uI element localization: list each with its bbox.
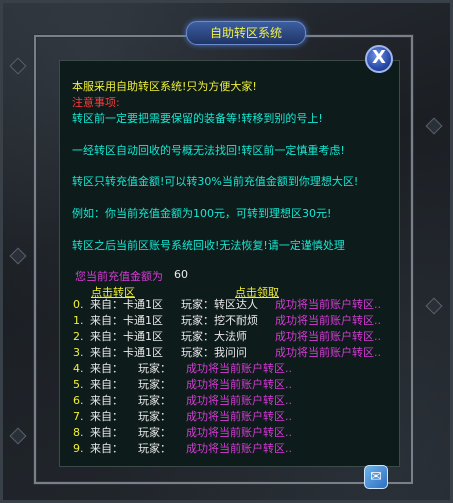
- record-message: 成功将当前账户转区..: [275, 330, 381, 343]
- record-index: 3.: [73, 346, 84, 359]
- list-item: 7. 来自： 玩家： 成功将当前账户转区..: [0, 410, 453, 424]
- notice-line-5: 例如：你当前充值金额为100元，可转到理想区30元!: [72, 207, 332, 220]
- window-title: 自助转区系统: [209, 26, 282, 40]
- record-player: 玩家：挖不耐烦: [181, 314, 258, 327]
- record-source: 来自：卡通1区: [90, 314, 163, 327]
- record-message: 成功将当前账户转区..: [186, 426, 292, 439]
- record-player: 玩家：: [138, 442, 171, 455]
- notice-line-3: 一经转区自动回收的号概无法找回!转区前一定慎重考虑!: [72, 144, 345, 157]
- record-source: 来自：: [90, 378, 123, 391]
- record-player: 玩家：: [138, 426, 171, 439]
- record-message: 成功将当前账户转区..: [186, 442, 292, 455]
- list-item: 5. 来自： 玩家： 成功将当前账户转区..: [0, 378, 453, 392]
- record-index: 7.: [73, 410, 84, 423]
- record-index: 4.: [73, 362, 84, 375]
- mail-icon[interactable]: ✉: [364, 465, 388, 489]
- list-item: 1. 来自：卡通1区 玩家：挖不耐烦 成功将当前账户转区..: [0, 314, 453, 328]
- close-icon: X: [372, 47, 386, 68]
- record-source: 来自：: [90, 410, 123, 423]
- list-item: 3. 来自：卡通1区 玩家：我问问 成功将当前账户转区..: [0, 346, 453, 360]
- title-bar: 自助转区系统: [186, 21, 306, 45]
- list-item: 6. 来自： 玩家： 成功将当前账户转区..: [0, 394, 453, 408]
- record-player: 玩家：: [138, 394, 171, 407]
- record-index: 9.: [73, 442, 84, 455]
- record-message: 成功将当前账户转区..: [275, 346, 381, 359]
- list-item: 2. 来自：卡通1区 玩家：大法师 成功将当前账户转区..: [0, 330, 453, 344]
- record-player: 玩家：转区达人: [181, 298, 258, 311]
- record-message: 成功将当前账户转区..: [186, 410, 292, 423]
- list-item: 9. 来自： 玩家： 成功将当前账户转区..: [0, 442, 453, 456]
- record-source: 来自：: [90, 362, 123, 375]
- notice-line-1: 本服采用自助转区系统!只为方便大家!: [72, 80, 257, 93]
- record-source: 来自：卡通1区: [90, 298, 163, 311]
- record-index: 8.: [73, 426, 84, 439]
- list-item: 8. 来自： 玩家： 成功将当前账户转区..: [0, 426, 453, 440]
- record-message: 成功将当前账户转区..: [275, 314, 381, 327]
- list-item: 4. 来自： 玩家： 成功将当前账户转区..: [0, 362, 453, 376]
- attention-heading: 注意事项:: [72, 96, 120, 109]
- record-message: 成功将当前账户转区..: [186, 394, 292, 407]
- record-player: 玩家：大法师: [181, 330, 247, 343]
- record-player: 玩家：: [138, 378, 171, 391]
- record-message: 成功将当前账户转区..: [275, 298, 381, 311]
- close-button[interactable]: X: [365, 45, 393, 73]
- record-player: 玩家：: [138, 410, 171, 423]
- list-item: 0. 来自：卡通1区 玩家：转区达人 成功将当前账户转区..: [0, 298, 453, 312]
- record-index: 6.: [73, 394, 84, 407]
- notice-line-2: 转区前一定要把需要保留的装备等!转移到别的号上!: [72, 112, 323, 125]
- record-source: 来自：: [90, 394, 123, 407]
- record-source: 来自：卡通1区: [90, 330, 163, 343]
- record-player: 玩家：: [138, 362, 171, 375]
- notice-line-6: 转区之后当前区账号系统回收!无法恢复!请一定谨慎处理: [72, 239, 345, 252]
- record-index: 2.: [73, 330, 84, 343]
- record-player: 玩家：我问问: [181, 346, 247, 359]
- record-index: 5.: [73, 378, 84, 391]
- record-source: 来自：: [90, 442, 123, 455]
- record-index: 1.: [73, 314, 84, 327]
- notice-line-4: 转区只转充值金额!可以转30%当前充值金额到你理想大区!: [72, 175, 359, 188]
- record-message: 成功将当前账户转区..: [186, 362, 292, 375]
- balance-value: 60: [174, 268, 188, 281]
- record-source: 来自：卡通1区: [90, 346, 163, 359]
- record-message: 成功将当前账户转区..: [186, 378, 292, 391]
- record-source: 来自：: [90, 426, 123, 439]
- record-index: 0.: [73, 298, 84, 311]
- balance-label: 您当前充值金额为: [75, 270, 163, 283]
